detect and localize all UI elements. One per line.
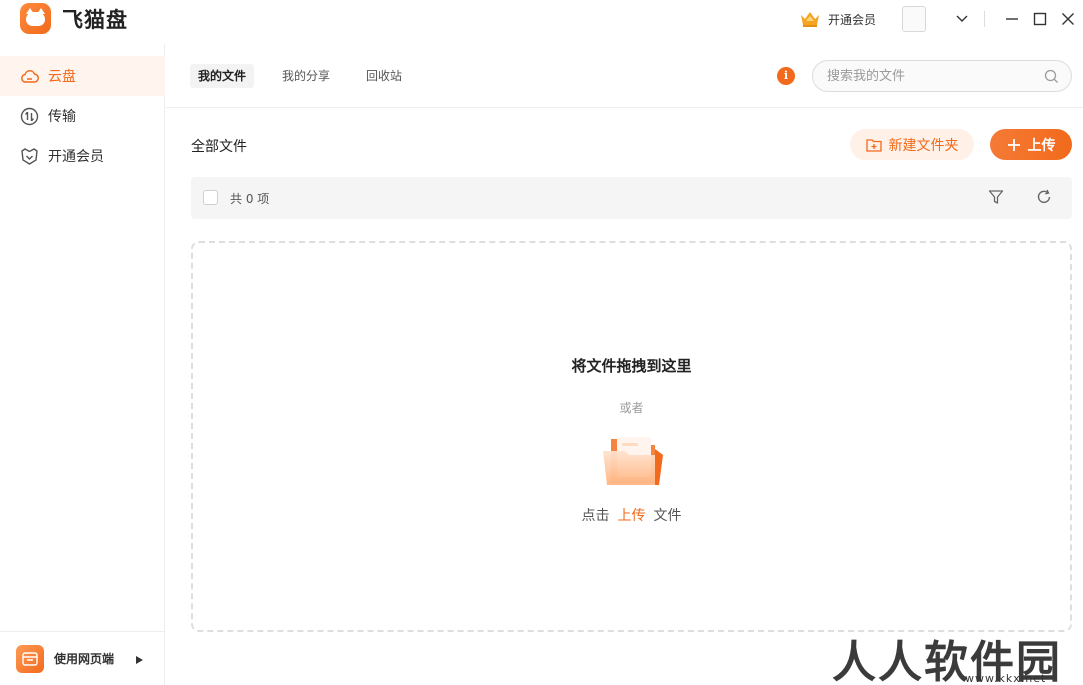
browser-icon	[16, 644, 44, 673]
upload-button[interactable]: 上传	[990, 129, 1072, 160]
sidebar-item-cloud[interactable]: 云盘	[0, 56, 165, 96]
minimize-button[interactable]	[1002, 9, 1022, 29]
file-list-header: 共 0 项	[191, 177, 1072, 219]
page-title: 全部文件	[191, 139, 247, 155]
menu-dropdown-button[interactable]	[952, 9, 972, 29]
app-logo-icon	[20, 3, 51, 34]
tab-my-shares[interactable]: 我的分享	[274, 64, 338, 88]
sidebar-item-label: 传输	[48, 109, 76, 125]
vip-button[interactable]: 开通会员	[800, 8, 876, 30]
transfer-icon	[20, 107, 39, 125]
drop-action-suffix: 文件	[653, 508, 682, 524]
close-button[interactable]	[1058, 9, 1078, 29]
vip-label: 开通会员	[828, 12, 877, 27]
sidebar-item-label: 开通会员	[48, 149, 104, 165]
sidebar-item-transfer[interactable]: 传输	[0, 96, 165, 136]
web-version-label: 使用网页端	[54, 652, 115, 666]
avatar[interactable]	[902, 6, 926, 32]
sidebar: 云盘 传输 开通会员 使用网页端	[0, 44, 165, 685]
vip-shield-icon	[21, 148, 38, 165]
select-all-checkbox[interactable]	[203, 190, 218, 205]
maximize-icon	[1033, 12, 1047, 26]
maximize-button[interactable]	[1030, 9, 1050, 29]
upload-link[interactable]: 上传	[618, 508, 646, 524]
watermark-url: www.kkx.net	[965, 672, 1047, 685]
upload-label: 上传	[1027, 137, 1056, 154]
play-arrow-icon	[136, 656, 143, 664]
drop-action-prefix: 点击	[581, 508, 610, 524]
minimize-icon	[1006, 18, 1018, 20]
tab-my-files[interactable]: 我的文件	[190, 64, 255, 88]
plus-icon	[1007, 138, 1020, 151]
new-folder-button[interactable]: 新建文件夹	[850, 129, 974, 160]
search-icon[interactable]	[1044, 69, 1059, 84]
sidebar-item-label: 云盘	[48, 69, 76, 85]
new-folder-label: 新建文件夹	[888, 137, 959, 154]
folder-illustration-icon	[603, 437, 663, 485]
chevron-down-icon	[956, 15, 968, 22]
info-icon[interactable]: i	[777, 67, 795, 85]
web-version-link[interactable]: 使用网页端	[0, 631, 165, 685]
tab-recycle-bin[interactable]: 回收站	[358, 64, 410, 88]
cloud-icon	[21, 70, 39, 83]
crown-icon	[801, 12, 819, 27]
search-box[interactable]	[812, 60, 1072, 92]
refresh-icon[interactable]	[1036, 189, 1052, 205]
folder-add-icon	[865, 138, 882, 152]
drop-zone[interactable]: 将文件拖拽到这里 或者 点击 上传 文件	[191, 241, 1072, 632]
sidebar-item-vip[interactable]: 开通会员	[0, 136, 165, 176]
titlebar-divider	[984, 11, 985, 27]
filter-icon[interactable]	[988, 189, 1004, 205]
drop-zone-title: 将文件拖拽到这里	[571, 357, 692, 375]
close-icon	[1062, 13, 1074, 25]
drop-zone-or: 或者	[619, 401, 644, 415]
search-input[interactable]	[827, 61, 1037, 91]
drop-zone-action: 点击 上传 文件	[193, 505, 1070, 525]
item-count: 共 0 项	[230, 192, 270, 206]
title-bar: 飞猫盘 开通会员	[0, 0, 1083, 44]
tab-bar: 我的文件 我的分享 回收站 i	[166, 44, 1083, 108]
app-title: 飞猫盘	[62, 8, 128, 32]
app-window: 飞猫盘 开通会员 云盘 传输 开通会员 使用网页端 我的文件 我的分享 回收站 …	[0, 0, 1083, 685]
